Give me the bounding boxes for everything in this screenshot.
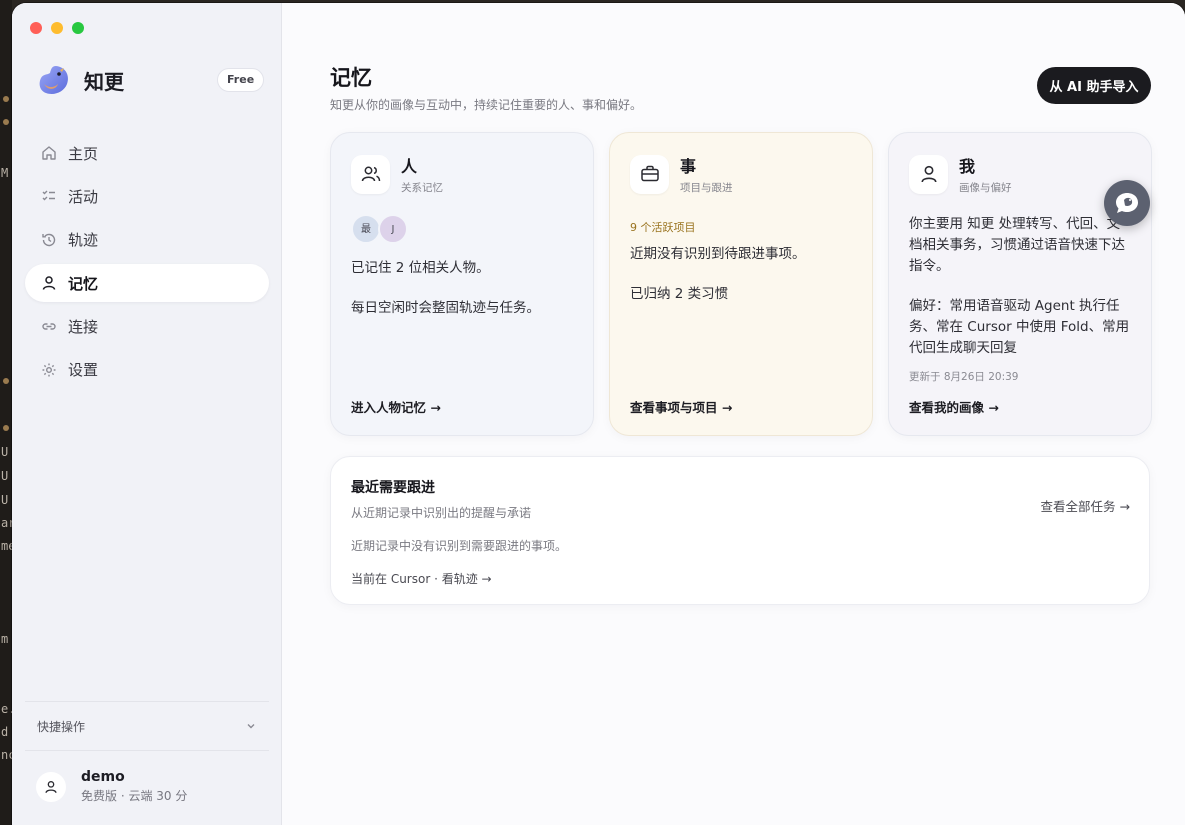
follow-up-title: 最近需要跟进 <box>351 480 435 496</box>
things-memory-link[interactable]: 查看事项与项目 → <box>630 397 732 416</box>
people-memory-link[interactable]: 进入人物记忆 → <box>351 397 441 416</box>
chevron-down-icon <box>247 724 255 729</box>
quick-actions-toggle[interactable]: 快捷操作 <box>25 701 269 751</box>
gear-icon <box>42 363 56 377</box>
sidebar-item-home[interactable]: 主页 <box>25 134 269 172</box>
card-subtitle: 画像与偏好 <box>959 182 1012 194</box>
sidebar-item-label: 轨迹 <box>68 231 99 250</box>
close-window-button[interactable] <box>30 22 42 34</box>
sidebar: 知更 Free 主页 活动 轨迹 记忆 连接 设置 快捷操作 demo 免费版 … <box>12 3 282 825</box>
background-dot <box>3 425 9 431</box>
card-text: 近期没有识别到待跟进事项。 <box>630 246 806 262</box>
me-profile-card: 我 画像与偏好 你主要用 知更 处理转写、代回、文档相关事务，习惯通过语音快速下… <box>888 132 1152 436</box>
person-icon <box>42 276 56 290</box>
main-content: 记忆 知更从你的画像与互动中，持续记住重要的人、事和偏好。 从 AI 助手导入 … <box>282 3 1185 825</box>
avatar <box>36 771 66 802</box>
person-icon <box>909 154 948 194</box>
link-icon <box>42 322 56 330</box>
people-icon <box>351 154 390 194</box>
view-all-tasks-link[interactable]: 查看全部任务 → <box>1041 496 1130 515</box>
quick-actions-label: 快捷操作 <box>37 719 86 734</box>
background-text: m <box>1 632 9 646</box>
background-editor-strip: M U U U ar me m e. d nc <box>0 0 15 825</box>
sidebar-item-activity[interactable]: 活动 <box>25 177 269 215</box>
user-profile[interactable]: demo 免费版 · 云端 30 分 <box>36 769 187 804</box>
page-title: 记忆 <box>330 66 372 90</box>
sidebar-nav: 主页 活动 轨迹 记忆 连接 设置 <box>25 134 269 394</box>
my-profile-link[interactable]: 查看我的画像 → <box>909 397 999 416</box>
minimize-window-button[interactable] <box>51 22 63 34</box>
card-subtitle: 关系记忆 <box>401 182 443 194</box>
checklist-icon <box>42 190 55 201</box>
things-memory-card: 事 项目与跟进 9 个活跃项目 近期没有识别到待跟进事项。 已归纳 2 类习惯 … <box>609 132 873 436</box>
plan-badge[interactable]: Free <box>217 68 265 92</box>
background-dot <box>3 378 9 384</box>
card-title: 事 <box>680 157 697 176</box>
sidebar-item-trail[interactable]: 轨迹 <box>25 221 269 259</box>
person-avatar[interactable]: J <box>378 214 408 244</box>
card-text: 已归纳 2 类习惯 <box>630 286 729 302</box>
card-text: 已记住 2 位相关人物。 <box>351 260 490 276</box>
person-avatar[interactable]: 最 <box>351 214 381 244</box>
page-subtitle: 知更从你的画像与互动中，持续记住重要的人、事和偏好。 <box>330 98 643 112</box>
import-from-ai-button[interactable]: 从 AI 助手导入 <box>1037 67 1151 104</box>
user-name: demo <box>81 769 125 785</box>
card-title: 人 <box>401 157 418 176</box>
card-text: 你主要用 知更 处理转写、代回、文档相关事务，习惯通过语音快速下达指令。 <box>909 216 1125 274</box>
window-controls <box>30 22 84 34</box>
trail-link[interactable]: 当前在 Cursor · 看轨迹 → <box>351 570 1129 587</box>
active-projects-count: 9 个活跃项目 <box>630 221 696 234</box>
follow-up-empty-state: 近期记录中没有识别到需要跟进的事项。 <box>351 539 568 553</box>
sidebar-item-memory[interactable]: 记忆 <box>25 264 269 303</box>
zoom-window-button[interactable] <box>72 22 84 34</box>
people-memory-card: 人 关系记忆 最 J 已记住 2 位相关人物。 每日空闲时会整固轨迹与任务。 进… <box>330 132 594 436</box>
sidebar-item-settings[interactable]: 设置 <box>25 351 269 389</box>
briefcase-icon <box>630 154 669 194</box>
people-avatars: 最 J <box>351 214 573 244</box>
background-text: U <box>1 493 9 507</box>
card-text: 每日空闲时会整固轨迹与任务。 <box>351 300 540 316</box>
user-plan: 免费版 · 云端 30 分 <box>81 789 188 803</box>
background-text: U <box>1 445 9 459</box>
history-icon <box>42 233 56 246</box>
floating-assistant-button[interactable] <box>1104 180 1150 226</box>
user-icon <box>45 780 57 793</box>
card-subtitle: 项目与跟进 <box>680 182 733 194</box>
follow-up-subtitle: 从近期记录中识别出的提醒与承诺 <box>351 506 532 520</box>
background-dot <box>3 119 9 125</box>
robin-bubble-icon <box>1116 193 1138 213</box>
app-name: 知更 <box>84 69 124 94</box>
background-text: M <box>1 166 9 180</box>
sidebar-item-label: 活动 <box>68 187 99 206</box>
background-dot <box>3 96 9 102</box>
card-text: 偏好：常用语音驱动 Agent 执行任务、常在 Cursor 中使用 Fold、… <box>909 298 1130 356</box>
background-text: U <box>1 469 9 483</box>
background-text: d <box>1 725 9 739</box>
app-window: 知更 Free 主页 活动 轨迹 记忆 连接 设置 快捷操作 demo 免费版 … <box>12 3 1185 825</box>
updated-timestamp: 更新于 8月26日 20:39 <box>909 371 1019 383</box>
sidebar-item-label: 记忆 <box>68 274 99 293</box>
brand: 知更 <box>36 62 124 98</box>
sidebar-item-label: 主页 <box>68 144 99 163</box>
card-title: 我 <box>959 157 976 176</box>
follow-up-panel: 最近需要跟进 从近期记录中识别出的提醒与承诺 近期记录中没有识别到需要跟进的事项… <box>330 456 1150 605</box>
home-icon <box>42 146 56 160</box>
sidebar-item-connections[interactable]: 连接 <box>25 308 269 346</box>
robin-logo-icon <box>39 66 68 94</box>
sidebar-item-label: 连接 <box>68 318 99 337</box>
sidebar-item-label: 设置 <box>68 361 99 380</box>
